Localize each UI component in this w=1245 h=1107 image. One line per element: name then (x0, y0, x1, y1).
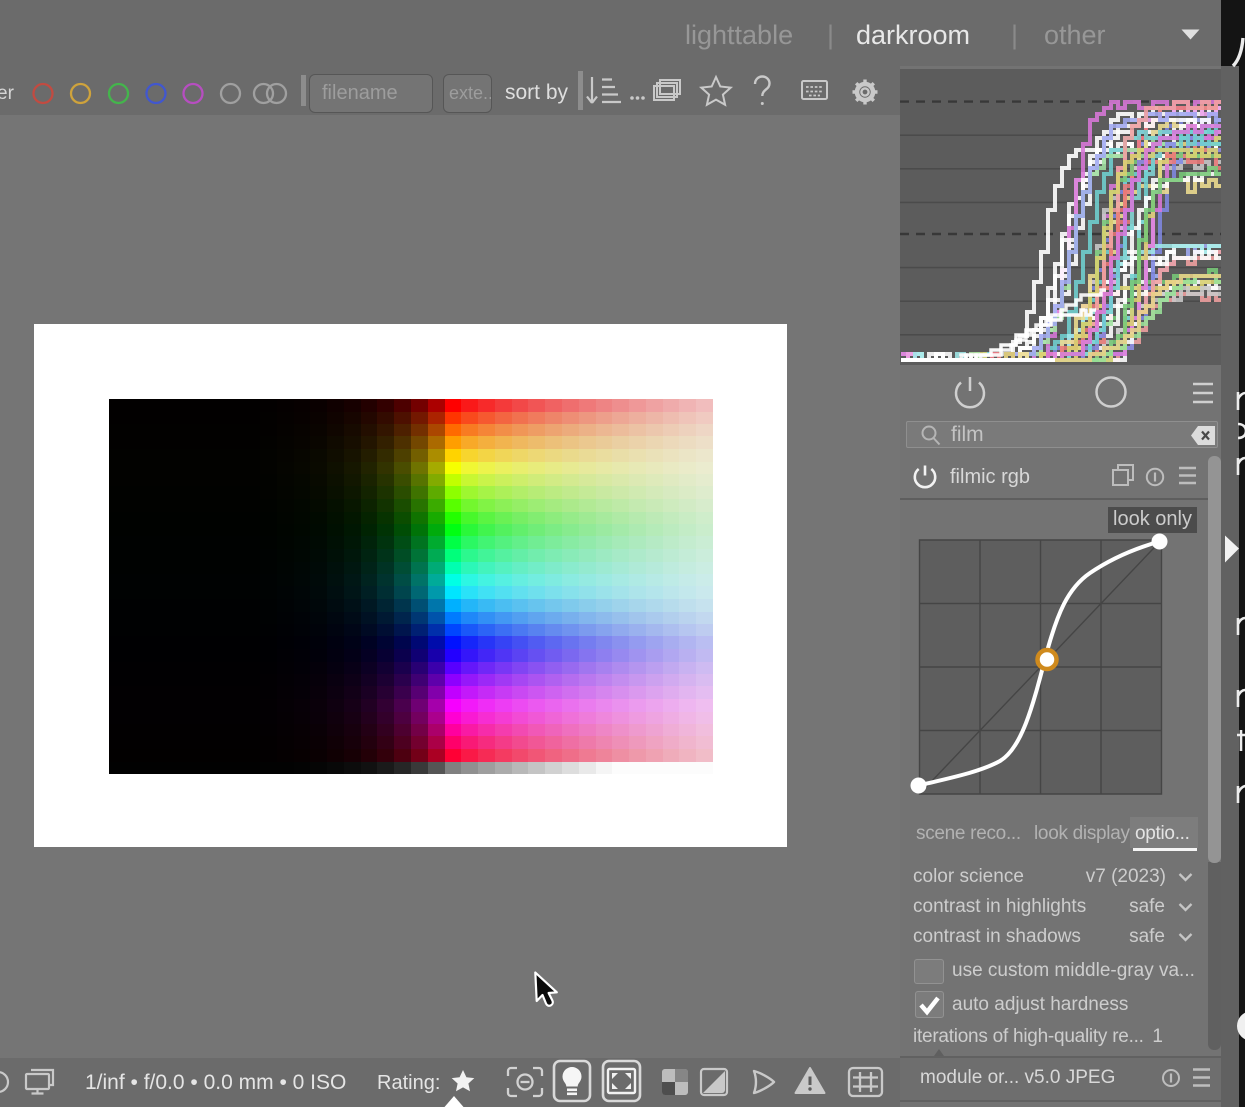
svg-text:1/inf • f/0.0 • 0.0 mm • 0 ISO: 1/inf • f/0.0 • 0.0 mm • 0 ISO (85, 1071, 346, 1094)
svg-text:Rating:: Rating: (377, 1072, 440, 1094)
